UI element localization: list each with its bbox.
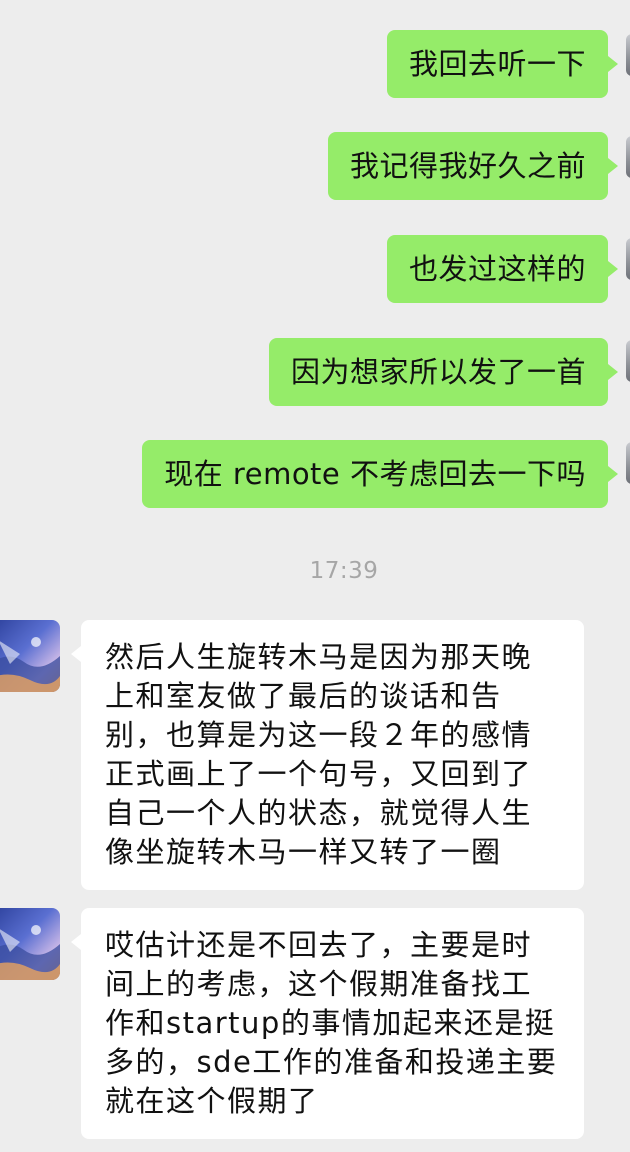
message-text: 因为想家所以发了一首: [290, 355, 586, 389]
my-avatar-icon[interactable]: [626, 238, 630, 280]
my-avatar-icon[interactable]: [626, 442, 630, 484]
incoming-message-bubble[interactable]: 哎估计还是不回去了，主要是时间上的考虑，这个假期准备找工作和startup的事情…: [71, 908, 584, 1139]
message-text: 我记得我好久之前: [349, 149, 586, 183]
outgoing-message-bubble[interactable]: 现在 remote 不考虑回去一下吗: [142, 440, 618, 508]
outgoing-message-bubble[interactable]: 也发过这样的: [386, 235, 619, 303]
message-text: 我回去听一下: [408, 47, 586, 81]
outgoing-message-bubble[interactable]: 我回去听一下: [386, 30, 619, 98]
my-avatar-icon[interactable]: [626, 136, 630, 178]
my-avatar-icon[interactable]: [626, 34, 630, 76]
outgoing-message-bubble[interactable]: 我记得我好久之前: [327, 132, 619, 200]
chat-view: 我回去听一下 我记得我好久之前 也发过这样的 因为想家所以发了一首 现在 rem…: [0, 0, 630, 1152]
message-timestamp: 17:39: [309, 558, 379, 584]
message-text: 现在 remote 不考虑回去一下吗: [164, 457, 586, 491]
avatar-image: [0, 620, 60, 692]
avatar-image: [0, 908, 60, 980]
contact-avatar-icon[interactable]: [0, 620, 60, 692]
message-text: 然后人生旋转木马是因为那天晚上和室友做了最后的谈话和告别，也算是为这一段２年的感…: [105, 640, 533, 869]
message-text: 也发过这样的: [408, 252, 586, 286]
message-text: 哎估计还是不回去了，主要是时间上的考虑，这个假期准备找工作和startup的事情…: [105, 928, 558, 1118]
contact-avatar-icon[interactable]: [0, 908, 60, 980]
outgoing-message-bubble[interactable]: 因为想家所以发了一首: [268, 338, 619, 406]
incoming-message-bubble[interactable]: 然后人生旋转木马是因为那天晚上和室友做了最后的谈话和告别，也算是为这一段２年的感…: [71, 620, 584, 890]
my-avatar-icon[interactable]: [626, 340, 630, 382]
